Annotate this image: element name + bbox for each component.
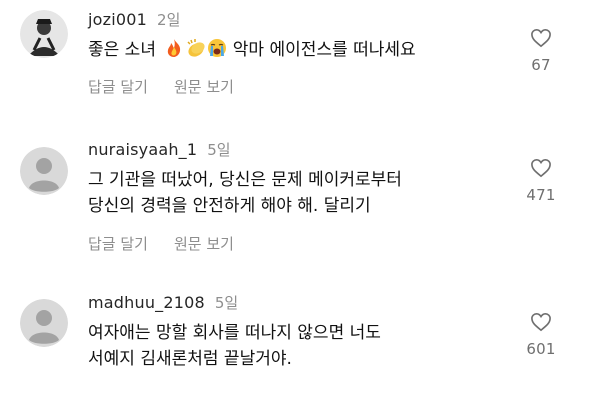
see-original-button[interactable]: 원문 보기 [174,235,234,253]
comment-line: 당신의 경력을 안전하게 해야 해. 달리기 [88,196,371,216]
timestamp: 5일 [214,294,239,312]
username[interactable]: madhuu_2108 [88,293,205,312]
reply-button[interactable]: 답글 달기 [88,78,148,96]
comment-text: 그 기관을 떠났어, 당신은 문제 메이커로부터 당신의 경력을 안전하게 해야… [88,167,402,219]
comment-text-part: 악마 에이전스를 떠나세요 [232,40,416,60]
like-area: 471 [519,158,563,204]
like-count: 601 [526,340,556,358]
comment-meta: madhuu_2108 5일 [88,293,238,313]
like-count: 67 [531,56,551,74]
comment-meta: jozi001 2일 [88,10,180,30]
comment-actions: 답글 달기 원문 보기 [88,233,234,254]
reply-button[interactable]: 답글 달기 [88,235,148,253]
comment-text-part: 좋은 소녀 [88,40,156,60]
username[interactable]: nuraisyaah_1 [88,140,197,159]
heart-icon[interactable] [530,158,552,178]
loudly-crying-face-icon [207,38,227,66]
like-area: 67 [519,28,563,74]
timestamp: 5일 [207,141,231,159]
like-count: 471 [526,186,556,204]
username[interactable]: jozi001 [88,10,147,29]
clapping-hands-icon [185,38,207,66]
default-avatar-icon [20,147,68,195]
comment-actions: 답글 달기 원문 보기 [88,76,234,97]
comment-line: 그 기관을 떠났어, 당신은 문제 메이커로부터 [88,170,402,190]
timestamp: 2일 [157,11,181,29]
fire-icon [165,38,183,66]
comment-text: 좋은 소녀 악마 에이전스를 떠나세요 [88,37,416,66]
comment-text: 여자애는 망할 회사를 떠나지 않으면 너도 서예지 김새론처럼 끝날거야. [88,320,381,372]
like-area: 601 [519,312,563,358]
comment-line: 서예지 김새론처럼 끝날거야. [88,349,292,369]
heart-icon[interactable] [530,312,552,332]
comment-meta: nuraisyaah_1 5일 [88,140,231,160]
comment-line: 여자애는 망할 회사를 떠나지 않으면 너도 [88,323,381,343]
avatar[interactable] [20,147,68,195]
avatar[interactable] [20,10,68,58]
default-avatar-icon [20,299,68,347]
avatar[interactable] [20,299,68,347]
user-photo-avatar [20,10,68,58]
see-original-button[interactable]: 원문 보기 [174,78,234,96]
heart-icon[interactable] [530,28,552,48]
